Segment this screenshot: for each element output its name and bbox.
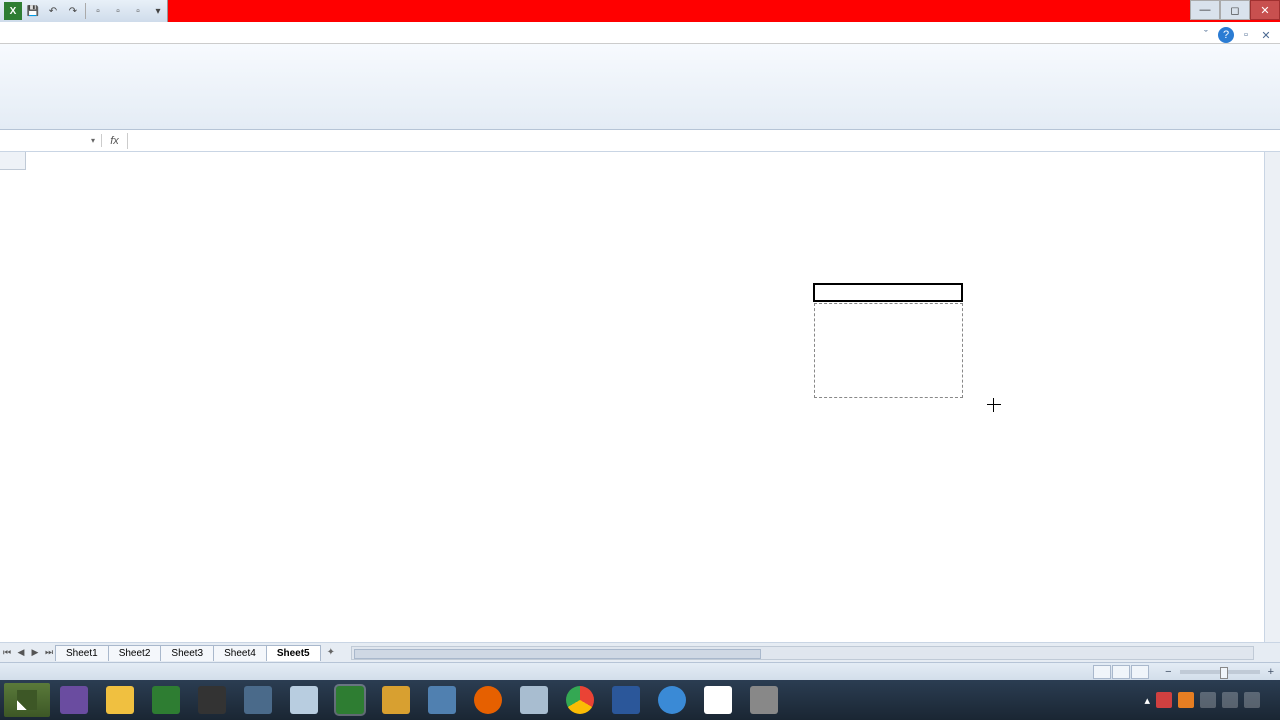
horizontal-scrollbar[interactable] <box>351 646 1254 660</box>
zoom-slider[interactable] <box>1180 670 1260 674</box>
tray-up-icon[interactable]: ▴ <box>1144 694 1150 707</box>
fill-drag-outline <box>814 303 963 398</box>
minimize-ribbon-icon[interactable]: ˇ <box>1198 27 1214 43</box>
vertical-scrollbar[interactable] <box>1264 152 1280 642</box>
formula-input[interactable] <box>128 139 1280 143</box>
qat-icon[interactable]: ▫ <box>129 2 147 20</box>
sheet-nav-last-icon[interactable]: ⏭ <box>42 647 56 658</box>
excel-icon: X <box>4 2 22 20</box>
chrome-icon[interactable] <box>558 683 602 717</box>
taskbar: ▴ <box>0 680 1280 720</box>
new-sheet-icon[interactable]: ✦ <box>321 645 341 660</box>
ribbon <box>0 44 1280 130</box>
fill-handle-cursor-icon <box>987 398 1001 412</box>
zoom-out-icon[interactable]: − <box>1165 666 1171 678</box>
zoom-in-icon[interactable]: + <box>1268 666 1274 678</box>
window-restore-icon[interactable]: ▫ <box>1238 27 1254 43</box>
close-button[interactable]: ✕ <box>1250 0 1280 20</box>
tray-icon[interactable] <box>1178 692 1194 708</box>
window-close-icon[interactable]: ✕ <box>1258 27 1274 43</box>
spreadsheet-grid[interactable] <box>0 152 1280 642</box>
page-layout-view-icon <box>1112 665 1130 679</box>
maximize-button[interactable]: ◻ <box>1220 0 1250 20</box>
sheet-nav-first-icon[interactable]: ⏮ <box>0 647 14 658</box>
minimize-button[interactable]: — <box>1190 0 1220 20</box>
sheet-nav-next-icon[interactable]: ▶ <box>28 647 42 658</box>
notepad-icon[interactable] <box>282 683 326 717</box>
sheet-nav-prev-icon[interactable]: ◀ <box>14 647 28 658</box>
battery-icon[interactable] <box>1244 692 1260 708</box>
network-icon[interactable] <box>1200 692 1216 708</box>
qat-icon[interactable]: ▫ <box>89 2 107 20</box>
sheet-tab[interactable]: Sheet4 <box>213 645 267 661</box>
help-icon[interactable]: ? <box>1218 27 1234 43</box>
tray-icon[interactable] <box>1156 692 1172 708</box>
outlook-icon[interactable] <box>374 683 418 717</box>
select-all-corner[interactable] <box>0 152 26 170</box>
taskbar-app[interactable] <box>52 683 96 717</box>
sheet-tab[interactable]: Sheet1 <box>55 645 109 661</box>
sheet-tabs: ⏮ ◀ ▶ ⏭ Sheet1Sheet2Sheet3Sheet4Sheet5 ✦ <box>0 642 1280 662</box>
active-cell-selection <box>813 283 963 302</box>
volume-icon[interactable] <box>1222 692 1238 708</box>
excel-icon[interactable] <box>328 683 372 717</box>
quick-access-toolbar: X 💾 ↶ ↷ ▫ ▫ ▫ ▾ <box>0 0 168 22</box>
firefox-icon[interactable] <box>466 683 510 717</box>
sheet-tab[interactable]: Sheet5 <box>266 645 321 661</box>
name-box[interactable]: ▾ <box>0 134 102 147</box>
ribbon-help: ˇ ? ▫ ✕ <box>1198 27 1280 43</box>
taskbar-app[interactable] <box>742 683 786 717</box>
sheet-tab[interactable]: Sheet2 <box>108 645 162 661</box>
status-bar: − + <box>0 662 1280 680</box>
system-tray[interactable]: ▴ <box>1144 692 1276 708</box>
calculator-icon[interactable] <box>512 683 556 717</box>
normal-view-icon <box>1093 665 1111 679</box>
hp-icon[interactable] <box>236 683 280 717</box>
ribbon-tabs: ˇ ? ▫ ✕ <box>0 22 1280 44</box>
page-break-view-icon <box>1131 665 1149 679</box>
word-icon[interactable] <box>604 683 648 717</box>
store-icon[interactable] <box>144 683 188 717</box>
taskbar-app[interactable] <box>420 683 464 717</box>
sheet-tab[interactable]: Sheet3 <box>160 645 214 661</box>
gtalk-icon[interactable] <box>696 683 740 717</box>
start-button[interactable] <box>4 683 50 717</box>
ie-icon[interactable] <box>650 683 694 717</box>
undo-icon[interactable]: ↶ <box>44 2 62 20</box>
redo-icon[interactable]: ↷ <box>64 2 82 20</box>
file-explorer-icon[interactable] <box>98 683 142 717</box>
taskbar-app[interactable] <box>190 683 234 717</box>
qat-dropdown-icon[interactable]: ▾ <box>149 2 167 20</box>
view-buttons[interactable] <box>1093 665 1149 679</box>
qat-icon[interactable]: ▫ <box>109 2 127 20</box>
window-controls: — ◻ ✕ <box>1190 0 1280 20</box>
formula-bar: ▾ fx <box>0 130 1280 152</box>
fx-icon[interactable]: fx <box>102 133 128 149</box>
titlebar: X 💾 ↶ ↷ ▫ ▫ ▫ ▾ — ◻ ✕ <box>0 0 1280 22</box>
save-icon[interactable]: 💾 <box>24 2 42 20</box>
